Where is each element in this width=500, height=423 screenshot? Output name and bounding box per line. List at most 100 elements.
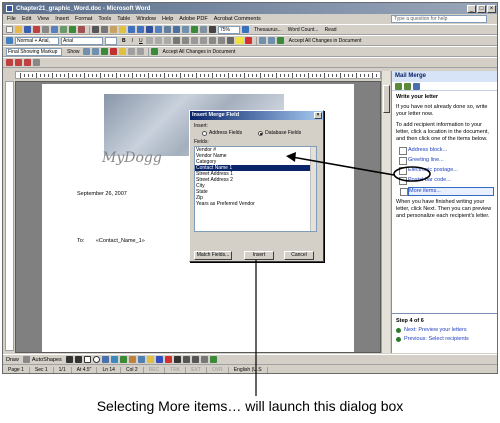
redo-icon[interactable]	[137, 26, 144, 33]
insert-picture-icon[interactable]	[137, 356, 145, 363]
vertical-scrollbar[interactable]	[381, 71, 390, 353]
accept-change-icon[interactable]	[276, 37, 284, 44]
copy-icon[interactable]	[101, 26, 108, 33]
wordart-icon[interactable]	[110, 356, 118, 363]
line-style-icon[interactable]	[173, 356, 181, 363]
new-icon[interactable]	[6, 26, 13, 33]
new-comment-icon[interactable]	[118, 48, 126, 55]
oval-icon[interactable]	[92, 356, 100, 363]
arrow-style-icon[interactable]	[191, 356, 199, 363]
word-count-button[interactable]: Word Count...	[288, 27, 319, 33]
mail-merge-recipients-icon[interactable]	[6, 59, 13, 66]
home-icon[interactable]	[413, 82, 420, 90]
merge-options-icon[interactable]	[33, 59, 40, 66]
markup-mode-select[interactable]: Final Showing Markup	[6, 47, 62, 56]
field-item[interactable]: Years as Preferred Vendor	[195, 201, 316, 207]
border-icon[interactable]	[226, 37, 234, 44]
cancel-button[interactable]: Cancel	[284, 251, 314, 260]
next-step-link[interactable]: Next: Preview your letters	[396, 326, 494, 335]
styles-icon[interactable]	[6, 37, 13, 44]
read-button[interactable]: Read	[325, 27, 337, 33]
insert-excel-icon[interactable]	[173, 26, 180, 33]
menu-help[interactable]: Help	[162, 16, 173, 22]
open-icon[interactable]	[15, 26, 22, 33]
zoom-select[interactable]: 75%	[218, 25, 240, 34]
menu-file[interactable]: File	[7, 16, 16, 22]
previous-step-link[interactable]: Previous: Select recipients	[396, 335, 494, 344]
autoshapes-menu-button[interactable]: AutoShapes	[32, 357, 62, 363]
3d-style-icon[interactable]	[209, 356, 217, 363]
insert-table-icon[interactable]	[164, 26, 171, 33]
menu-tools[interactable]: Tools	[98, 16, 111, 22]
line-color-icon[interactable]	[155, 356, 163, 363]
fields-listbox[interactable]: Vendor # Vendor Name Category Contact Na…	[194, 146, 317, 232]
bullets-icon[interactable]	[199, 37, 207, 44]
accept-all-icon[interactable]	[150, 48, 158, 55]
postal-bar-code-link[interactable]: Postal bar code...	[399, 177, 494, 185]
research-icon[interactable]	[78, 26, 85, 33]
align-right-icon[interactable]	[163, 37, 171, 44]
menu-acrobat-comments[interactable]: Acrobat Comments	[214, 16, 261, 22]
status-ext[interactable]: EXT	[186, 366, 207, 373]
next-change-icon[interactable]	[267, 37, 275, 44]
draw-menu-button[interactable]: Draw	[6, 357, 19, 363]
highlight-icon[interactable]	[235, 37, 243, 44]
greeting-line-link[interactable]: Greeting line...	[399, 157, 494, 165]
cut-icon[interactable]	[92, 26, 99, 33]
text-box-icon[interactable]	[101, 356, 109, 363]
close-button[interactable]: ×	[487, 4, 496, 13]
menu-edit[interactable]: Edit	[22, 16, 31, 22]
underline-button[interactable]: U	[139, 38, 143, 44]
select-objects-icon[interactable]	[22, 356, 30, 363]
insert-button[interactable]: Insert	[244, 251, 274, 260]
status-ovr[interactable]: OVR	[207, 366, 229, 373]
reviewing-pane-icon[interactable]	[136, 48, 144, 55]
dialog-close-button[interactable]: ×	[314, 112, 322, 119]
align-left-icon[interactable]	[145, 37, 153, 44]
email-icon[interactable]	[42, 26, 49, 33]
decrease-indent-icon[interactable]	[208, 37, 216, 44]
undo-icon[interactable]	[128, 26, 135, 33]
menu-insert[interactable]: Insert	[55, 16, 69, 22]
insert-address-block-icon[interactable]	[15, 59, 22, 66]
address-block-link[interactable]: Address block...	[399, 147, 494, 155]
accept-icon[interactable]	[100, 48, 108, 55]
print-preview-icon[interactable]	[60, 26, 67, 33]
numbering-icon[interactable]	[190, 37, 198, 44]
dash-style-icon[interactable]	[182, 356, 190, 363]
clip-art-icon[interactable]	[128, 356, 136, 363]
address-fields-radio[interactable]: Address Fields	[202, 130, 242, 136]
format-painter-icon[interactable]	[119, 26, 126, 33]
match-fields-button[interactable]: Match Fields...	[194, 251, 232, 260]
next-icon[interactable]	[91, 48, 99, 55]
database-fields-radio[interactable]: Database Fields	[258, 130, 301, 136]
minimize-button[interactable]: _	[467, 4, 476, 13]
line-icon[interactable]	[65, 356, 73, 363]
drawing-icon[interactable]	[191, 26, 198, 33]
status-trk[interactable]: TRK	[165, 366, 187, 373]
line-spacing-icon[interactable]	[181, 37, 189, 44]
listbox-scrollbar[interactable]	[310, 147, 316, 231]
insert-merge-field-icon[interactable]	[24, 59, 31, 66]
tables-borders-icon[interactable]	[155, 26, 162, 33]
menu-table[interactable]: Table	[117, 16, 130, 22]
electronic-postage-link[interactable]: Electronic postage...	[399, 167, 494, 175]
previous-change-icon[interactable]	[258, 37, 266, 44]
reject-icon[interactable]	[109, 48, 117, 55]
spelling-icon[interactable]	[69, 26, 76, 33]
menu-format[interactable]: Format	[75, 16, 92, 22]
increase-indent-icon[interactable]	[217, 37, 225, 44]
show-menu-button[interactable]: Show	[67, 49, 80, 55]
accept-all-changes-button[interactable]: Accept All Changes in Document	[289, 38, 362, 44]
shadow-style-icon[interactable]	[200, 356, 208, 363]
menu-adobe-pdf[interactable]: Adobe PDF	[179, 16, 207, 22]
show-hide-icon[interactable]	[209, 26, 216, 33]
italic-button[interactable]: I	[132, 38, 133, 44]
document-map-icon[interactable]	[200, 26, 207, 33]
font-size-select[interactable]	[105, 36, 117, 45]
maximize-button[interactable]: □	[477, 4, 486, 13]
font-select[interactable]: Arial	[61, 36, 103, 45]
more-items-link[interactable]: More items...	[400, 187, 494, 196]
align-center-icon[interactable]	[154, 37, 162, 44]
style-select[interactable]: Normal + Arial,	[15, 36, 59, 45]
